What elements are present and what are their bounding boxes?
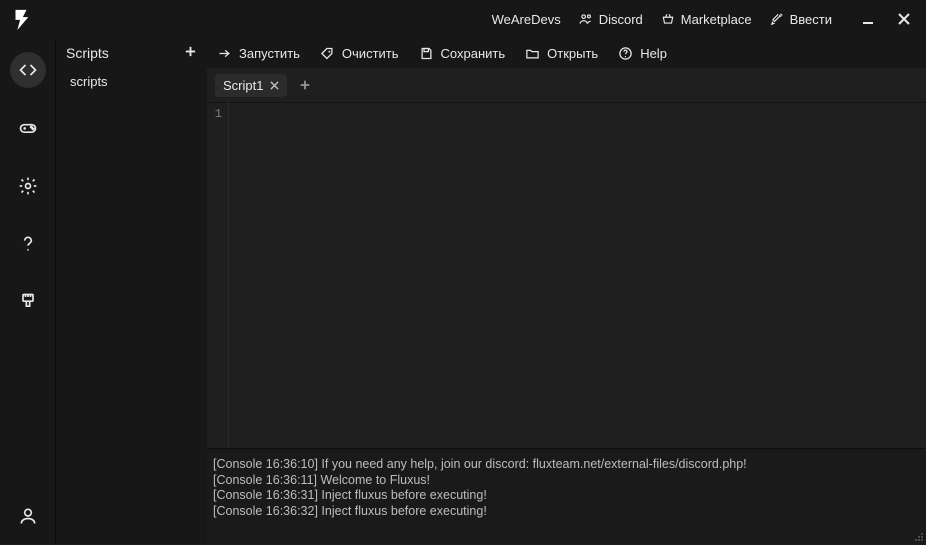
tab-script1[interactable]: Script1 (215, 74, 287, 97)
nav-brush[interactable] (10, 284, 46, 320)
inject-button[interactable]: Ввести (770, 12, 832, 27)
link-label: Discord (599, 12, 643, 27)
add-script-button[interactable] (184, 45, 197, 61)
code-icon (18, 60, 38, 80)
button-label: Help (640, 46, 667, 61)
scripts-sidebar: Scripts scripts (55, 38, 207, 544)
plus-icon (299, 79, 311, 91)
console-line: [Console 16:36:10] If you need any help,… (213, 457, 920, 473)
people-icon (579, 12, 593, 26)
toolbar: Запустить Очистить Сохранить Открыть Hel… (207, 38, 926, 68)
syringe-icon (770, 12, 784, 26)
tab-bar: Script1 (207, 68, 926, 102)
link-marketplace[interactable]: Marketplace (661, 12, 752, 27)
help-button[interactable]: Help (618, 46, 667, 61)
left-rail (0, 38, 55, 544)
gamepad-icon (18, 118, 38, 138)
close-icon (897, 12, 911, 26)
user-icon (18, 506, 38, 526)
line-number: 1 (207, 107, 222, 121)
plus-icon (184, 45, 197, 58)
app-logo-icon (10, 8, 32, 30)
code-area[interactable] (229, 103, 926, 448)
tab-close-button[interactable] (270, 78, 279, 93)
link-label: WeAreDevs (492, 12, 561, 27)
gear-icon (18, 176, 38, 196)
nav-games[interactable] (10, 110, 46, 146)
link-label: Ввести (790, 12, 832, 27)
button-label: Открыть (547, 46, 598, 61)
sidebar-header: Scripts (56, 38, 207, 68)
console-output: [Console 16:36:10] If you need any help,… (207, 448, 926, 544)
scripts-list: scripts (56, 68, 207, 95)
minimize-icon (861, 12, 875, 26)
console-line: [Console 16:36:31] Inject fluxus before … (213, 488, 920, 504)
main-area: Запустить Очистить Сохранить Открыть Hel… (207, 38, 926, 544)
run-button[interactable]: Запустить (217, 46, 300, 61)
nav-settings[interactable] (10, 168, 46, 204)
question-icon (18, 234, 38, 254)
tag-icon (320, 46, 335, 61)
console-line: [Console 16:36:11] Welcome to Fluxus! (213, 473, 920, 489)
list-item[interactable]: scripts (56, 70, 207, 93)
titlebar-links: WeAreDevs Discord Marketplace Ввести (492, 12, 832, 27)
save-icon (419, 46, 434, 61)
close-button[interactable] (890, 5, 918, 33)
list-item-label: scripts (70, 74, 108, 89)
folder-icon (525, 46, 540, 61)
new-tab-button[interactable] (293, 73, 317, 97)
nav-help[interactable] (10, 226, 46, 262)
nav-account[interactable] (10, 498, 46, 534)
basket-icon (661, 12, 675, 26)
button-label: Очистить (342, 46, 399, 61)
brush-icon (18, 292, 38, 312)
titlebar: WeAreDevs Discord Marketplace Ввести (0, 0, 926, 38)
tab-label: Script1 (223, 78, 263, 93)
link-label: Marketplace (681, 12, 752, 27)
help-icon (618, 46, 633, 61)
arrow-right-icon (217, 46, 232, 61)
nav-editor[interactable] (10, 52, 46, 88)
button-label: Сохранить (441, 46, 506, 61)
link-discord[interactable]: Discord (579, 12, 643, 27)
console-line: [Console 16:36:32] Inject fluxus before … (213, 504, 920, 520)
line-gutter: 1 (207, 103, 229, 448)
sidebar-title: Scripts (66, 45, 109, 61)
code-editor[interactable]: 1 (207, 102, 926, 448)
link-wearedevs[interactable]: WeAreDevs (492, 12, 561, 27)
open-button[interactable]: Открыть (525, 46, 598, 61)
save-button[interactable]: Сохранить (419, 46, 506, 61)
close-icon (270, 81, 279, 90)
resize-grip[interactable] (912, 530, 924, 542)
button-label: Запустить (239, 46, 300, 61)
minimize-button[interactable] (854, 5, 882, 33)
clear-button[interactable]: Очистить (320, 46, 399, 61)
